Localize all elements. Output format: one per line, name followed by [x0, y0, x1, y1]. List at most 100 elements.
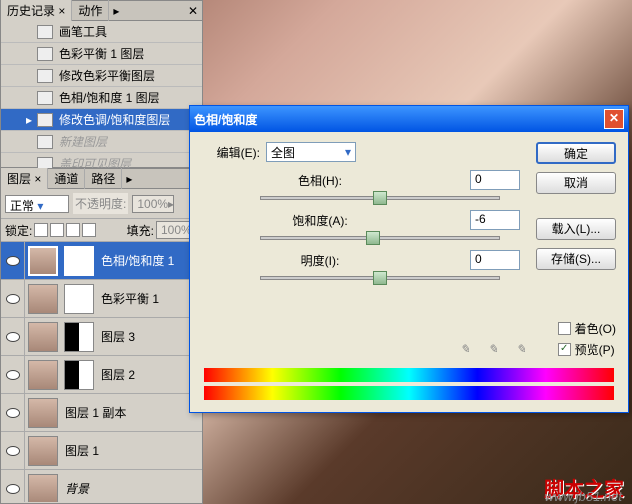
panel-menu-icon[interactable]: ▸ [109, 4, 123, 18]
dialog-titlebar[interactable]: 色相/饱和度 ✕ [190, 106, 628, 132]
layer-thumb[interactable] [28, 474, 58, 503]
dialog-buttons: 确定 取消 载入(L)... 存储(S)... [536, 142, 616, 270]
history-item[interactable]: 画笔工具 [1, 21, 202, 43]
history-panel: 历史记录 × 动作 ▸ ✕ 画笔工具色彩平衡 1 图层修改色彩平衡图层色相/饱和… [0, 0, 203, 168]
slider-value-input[interactable]: -6 [470, 210, 520, 230]
visibility-toggle[interactable] [1, 280, 25, 318]
layer-list: 色相/饱和度 1 色彩平衡 1 图层 3 图层 2 图层 1 副本图层 1 背景 [1, 242, 202, 502]
slider-thumb[interactable] [373, 271, 387, 285]
eye-icon [6, 294, 20, 304]
eyedropper-icon[interactable]: ✎ [460, 342, 478, 360]
slider-label: 明度(I): [240, 252, 400, 269]
layer-thumb[interactable] [64, 360, 94, 390]
layer-name: 图层 3 [97, 328, 135, 345]
opacity-input[interactable]: 100%▸ [132, 195, 174, 213]
eye-icon [6, 370, 20, 380]
layer-name: 背景 [61, 480, 89, 497]
cancel-button[interactable]: 取消 [536, 172, 616, 194]
layers-tabs: 图层 × 通道 路径 ▸ × [1, 169, 202, 189]
layer-thumb[interactable] [28, 246, 58, 276]
slider-thumb[interactable] [366, 231, 380, 245]
tab-layers[interactable]: 图层 × [1, 168, 48, 189]
visibility-toggle[interactable] [1, 242, 25, 280]
lock-row: 锁定: 填充: 100%▸ [1, 219, 202, 242]
eye-icon [6, 408, 20, 418]
layer-thumb[interactable] [64, 246, 94, 276]
history-item[interactable]: 新建图层 [1, 131, 202, 153]
blend-mode-select[interactable]: 正常 ▾ [5, 195, 69, 213]
lock-transparent-icon[interactable] [34, 223, 48, 237]
layer-thumb[interactable] [28, 322, 58, 352]
layer-name: 色彩平衡 1 [97, 290, 159, 307]
visibility-toggle[interactable] [1, 394, 25, 432]
layer-row[interactable]: 图层 3 [1, 318, 202, 356]
tab-paths[interactable]: 路径 [85, 168, 122, 189]
eye-icon [6, 332, 20, 342]
visibility-toggle[interactable] [1, 356, 25, 394]
layer-row[interactable]: 图层 1 副本 [1, 394, 202, 432]
layer-row[interactable]: 色相/饱和度 1 [1, 242, 202, 280]
preview-checkbox[interactable]: ✓预览(P) [558, 341, 616, 358]
hue-saturation-dialog: 色相/饱和度 ✕ 编辑(E): 全图▾ 色相(H):0饱和度(A):-6明度(I… [189, 105, 629, 413]
slider-track[interactable] [260, 236, 500, 240]
slider-value-input[interactable]: 0 [470, 170, 520, 190]
eyedropper-add-icon[interactable]: ✎ [488, 342, 506, 360]
history-tabs: 历史记录 × 动作 ▸ ✕ [1, 1, 202, 21]
visibility-toggle[interactable] [1, 470, 25, 503]
tab-channels[interactable]: 通道 [48, 168, 85, 189]
history-list: 画笔工具色彩平衡 1 图层修改色彩平衡图层色相/饱和度 1 图层▸修改色调/饱和… [1, 21, 202, 175]
slider-label: 色相(H): [240, 172, 400, 189]
lock-all-icon[interactable] [82, 223, 96, 237]
tab-history[interactable]: 历史记录 × [1, 0, 72, 21]
layer-thumb[interactable] [64, 284, 94, 314]
history-item[interactable]: 色彩平衡 1 图层 [1, 43, 202, 65]
color-spectrum [204, 368, 614, 400]
eye-icon [6, 446, 20, 456]
blend-row: 正常 ▾ 不透明度: 100%▸ [1, 189, 202, 219]
watermark-url: www.jb51.net [545, 489, 622, 504]
visibility-toggle[interactable] [1, 318, 25, 356]
slider-thumb[interactable] [373, 191, 387, 205]
layer-thumb[interactable] [28, 436, 58, 466]
fill-label: 填充: [127, 222, 154, 239]
layer-thumb[interactable] [64, 322, 94, 352]
slider-label: 饱和度(A): [240, 212, 400, 229]
colorize-checkbox[interactable]: 着色(O) [558, 320, 616, 337]
tab-actions[interactable]: 动作 [72, 0, 109, 21]
visibility-toggle[interactable] [1, 432, 25, 470]
layer-row[interactable]: 色彩平衡 1 [1, 280, 202, 318]
close-icon[interactable]: ✕ [604, 109, 624, 129]
layer-row[interactable]: 背景 [1, 470, 202, 502]
load-button[interactable]: 载入(L)... [536, 218, 616, 240]
eye-icon [6, 484, 20, 494]
close-icon[interactable]: ✕ [184, 4, 202, 18]
layer-row[interactable]: 图层 1 [1, 432, 202, 470]
history-item[interactable]: 修改色彩平衡图层 [1, 65, 202, 87]
history-item[interactable]: 色相/饱和度 1 图层 [1, 87, 202, 109]
lock-paint-icon[interactable] [50, 223, 64, 237]
opacity-label: 不透明度: [73, 193, 128, 214]
edit-select[interactable]: 全图▾ [266, 142, 356, 162]
layer-name: 色相/饱和度 1 [97, 252, 174, 269]
dialog-title: 色相/饱和度 [194, 111, 257, 128]
eyedroppers: ✎ ✎ ✎ [460, 342, 534, 360]
layers-panel: 图层 × 通道 路径 ▸ × 正常 ▾ 不透明度: 100%▸ 锁定: 填充: … [0, 168, 203, 504]
save-button[interactable]: 存储(S)... [536, 248, 616, 270]
eyedropper-sub-icon[interactable]: ✎ [516, 342, 534, 360]
ok-button[interactable]: 确定 [536, 142, 616, 164]
layer-thumb[interactable] [28, 284, 58, 314]
checkboxes: 着色(O) ✓预览(P) [558, 320, 616, 362]
slider-track[interactable] [260, 276, 500, 280]
panel-menu-icon[interactable]: ▸ [122, 172, 136, 186]
layer-name: 图层 2 [97, 366, 135, 383]
lock-label: 锁定: [5, 222, 32, 239]
lock-move-icon[interactable] [66, 223, 80, 237]
layer-thumb[interactable] [28, 360, 58, 390]
layer-thumb[interactable] [28, 398, 58, 428]
layer-name: 图层 1 副本 [61, 404, 126, 421]
slider-track[interactable] [260, 196, 500, 200]
layer-row[interactable]: 图层 2 [1, 356, 202, 394]
history-item[interactable]: ▸修改色调/饱和度图层 [1, 109, 202, 131]
slider-value-input[interactable]: 0 [470, 250, 520, 270]
eye-icon [6, 256, 20, 266]
